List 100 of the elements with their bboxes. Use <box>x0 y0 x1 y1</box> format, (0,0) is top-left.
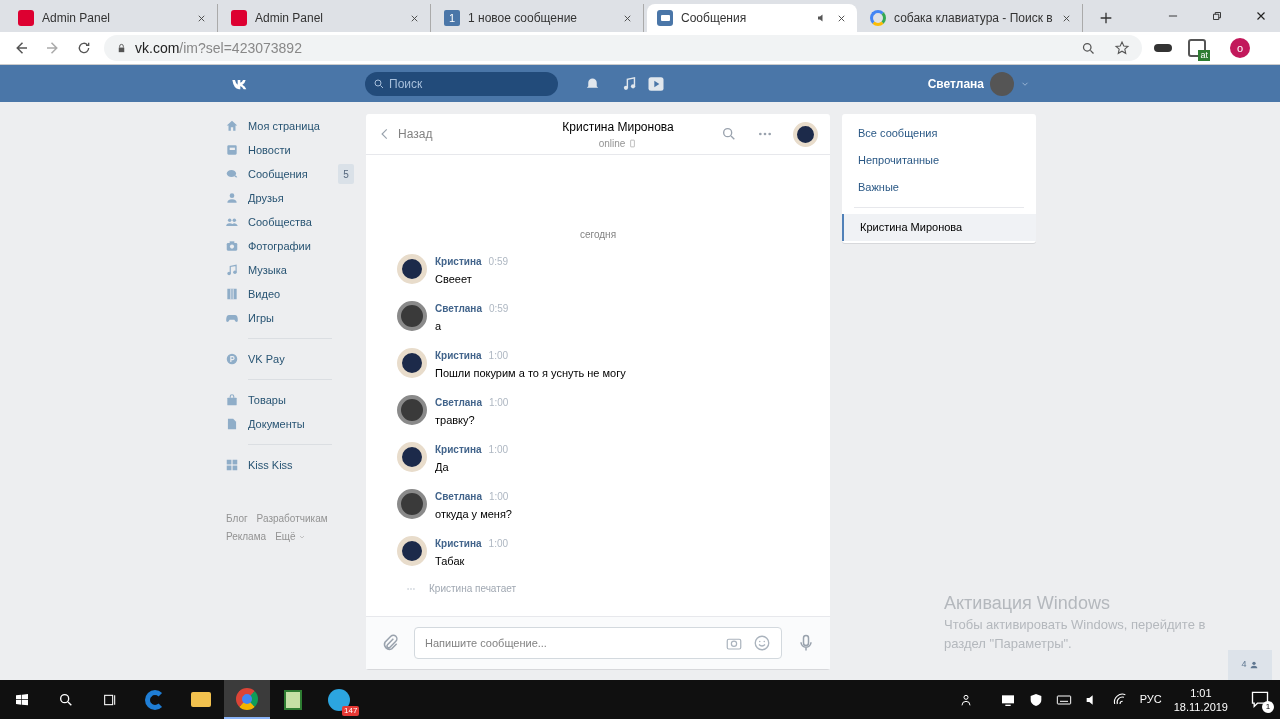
user-avatar <box>990 71 1014 96</box>
tab-title: 1 новое сообщение <box>468 10 578 27</box>
contact-avatar[interactable] <box>793 121 818 147</box>
pay-icon <box>225 352 239 366</box>
camera-icon <box>225 239 239 253</box>
nav-item[interactable]: Документы <box>222 412 354 436</box>
address-field[interactable]: vk.com/im?sel=423073892 <box>104 35 1142 61</box>
typing-indicator: Кристина печатает <box>429 582 517 596</box>
taskbar-app[interactable] <box>224 680 270 719</box>
contact-avatar[interactable] <box>397 442 427 472</box>
message-text: Табак <box>435 554 466 569</box>
url-text: vk.com/im?sel=423073892 <box>135 38 303 58</box>
contact-avatar[interactable] <box>397 254 427 284</box>
language-indicator[interactable]: РУС <box>1139 691 1162 708</box>
message-time: 0:59 <box>488 255 509 269</box>
nav-item[interactable]: Товары <box>222 388 354 412</box>
message-text: Свееет <box>435 272 473 287</box>
counter-icon: 1 <box>444 10 460 26</box>
nav-item[interactable]: Сообщения 5 <box>222 162 354 186</box>
user-avatar[interactable] <box>397 489 427 519</box>
folder-icon <box>191 692 211 707</box>
message-time: 1:00 <box>488 443 509 457</box>
doc-icon <box>225 417 239 431</box>
tab-title: Admin Panel <box>255 10 325 27</box>
music-icon <box>225 263 239 277</box>
chat-icon <box>657 10 673 26</box>
count-badge: 1 <box>1262 700 1274 713</box>
taskbar-app[interactable]: 147 <box>316 680 362 719</box>
message-text: Да <box>435 460 450 475</box>
clock[interactable]: 1:01 18.11.2019 <box>1173 685 1228 714</box>
user-icon <box>225 191 239 205</box>
apps-icon <box>225 458 239 472</box>
nav-item[interactable]: Моя страница <box>222 114 354 138</box>
message-author[interactable]: Кристина <box>435 536 482 551</box>
message-author[interactable]: Кристина <box>435 254 482 269</box>
filter-item[interactable]: Все сообщения <box>842 120 1036 147</box>
lock-icon <box>116 42 127 54</box>
reload-icon[interactable] <box>76 40 92 56</box>
online-status: online <box>598 136 626 151</box>
message-author[interactable]: Светлана <box>435 489 482 504</box>
profile-avatar[interactable]: о <box>1230 38 1250 58</box>
phone-icon <box>628 138 638 148</box>
film-icon <box>225 287 239 301</box>
nav-item[interactable]: Видео <box>222 282 354 306</box>
contact-avatar[interactable] <box>397 536 427 566</box>
activation-text: Чтобы активировать Windows, перейдите в раздел "Параметры". <box>944 616 1207 653</box>
restore-icon[interactable] <box>1210 9 1224 23</box>
user-menu[interactable]: Светлана <box>927 71 1030 96</box>
user-icon <box>1248 660 1259 670</box>
search-icon[interactable] <box>58 691 74 708</box>
activation-title: Активация Windows <box>944 592 1111 614</box>
news-icon <box>225 143 239 157</box>
user-name: Светлана <box>927 75 984 93</box>
nav-item[interactable]: Музыка <box>222 258 354 282</box>
online-friends-button[interactable]: 4 <box>1228 650 1272 680</box>
message-time: 1:00 <box>488 396 509 410</box>
contact-avatar[interactable] <box>397 348 427 378</box>
search-box[interactable]: Поиск <box>365 71 558 96</box>
message-time: 1:00 <box>488 349 509 363</box>
notification-button[interactable]: 1 <box>1250 688 1272 711</box>
nav-item[interactable]: Друзья <box>222 186 354 210</box>
filter-item[interactable]: Важные <box>842 174 1036 201</box>
nav-item[interactable]: Фотографии <box>222 234 354 258</box>
user-avatar[interactable] <box>397 395 427 425</box>
message-author[interactable]: Кристина <box>435 442 482 457</box>
nav-item[interactable]: Сообщества <box>222 210 354 234</box>
message-text: а <box>435 319 443 334</box>
nav-item[interactable]: Новости <box>222 138 354 162</box>
message-text: откуда у меня? <box>435 507 512 522</box>
chrome-icon <box>236 687 258 710</box>
count-badge: 147 <box>342 706 360 716</box>
home-icon <box>225 119 239 133</box>
nav-item[interactable]: VK Pay <box>222 347 354 371</box>
message-author[interactable]: Кристина <box>435 348 482 363</box>
message-author[interactable]: Светлана <box>435 301 482 316</box>
back-link[interactable]: Назад <box>378 125 528 143</box>
browser-tab[interactable]: Сообщения <box>647 4 857 32</box>
message-time: 1:00 <box>488 537 509 551</box>
message-time: 1:00 <box>488 490 509 504</box>
windows-icon[interactable] <box>14 691 30 708</box>
conversation-item[interactable]: Кристина Миронова <box>842 214 1036 241</box>
message-author[interactable]: Светлана <box>435 395 482 410</box>
tab-title: Admin Panel <box>42 10 112 27</box>
search-icon <box>373 77 385 90</box>
tab-title: собака клавиатура - Поиск в <box>894 10 1053 27</box>
filter-item[interactable]: Непрочитанные <box>842 147 1036 174</box>
date-separator: сегодня <box>578 228 618 242</box>
nav-item[interactable]: Игры <box>222 306 354 330</box>
message-text: Пошли покурим а то я уснуть не могу <box>435 366 626 381</box>
star-icon[interactable] <box>1114 40 1130 56</box>
nav-item[interactable]: Kiss Kiss <box>222 453 354 477</box>
message-time: 0:59 <box>488 302 509 316</box>
zoom-icon[interactable] <box>1081 40 1096 56</box>
user-avatar[interactable] <box>397 301 427 331</box>
message-box[interactable]: Напишите сообщение... <box>414 627 782 659</box>
music-icon[interactable] <box>621 75 638 92</box>
search-field[interactable]: Поиск <box>389 74 549 93</box>
chat-title[interactable]: Кристина Миронова <box>562 117 674 136</box>
extension-badge: at <box>1198 50 1210 61</box>
bag-icon <box>225 393 239 407</box>
